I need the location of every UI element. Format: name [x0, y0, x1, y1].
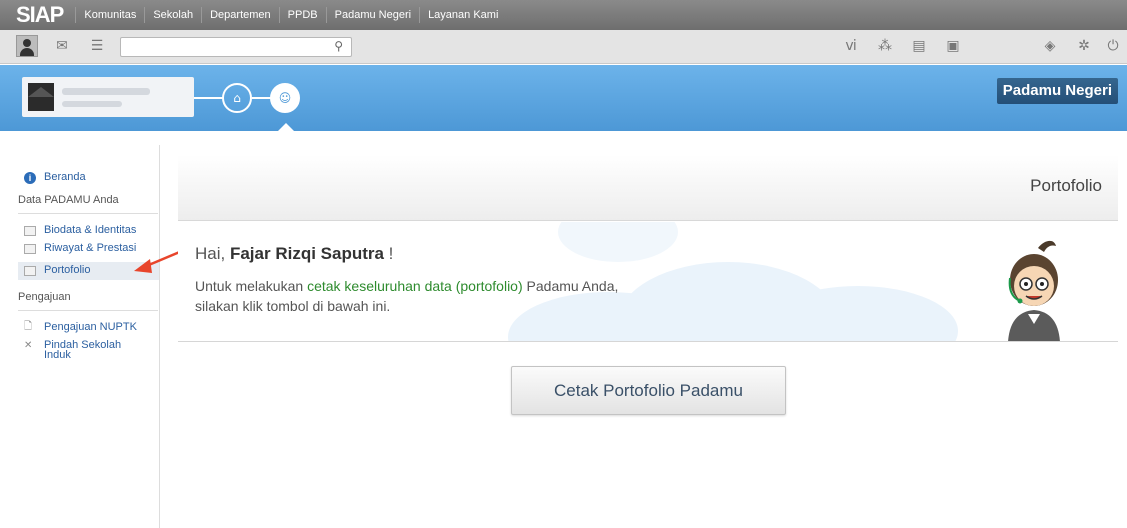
- search-input[interactable]: [121, 38, 321, 56]
- profile-banner: ⌂ ☺ Padamu Negeri: [0, 65, 1127, 131]
- document-icon: 🗋: [24, 321, 33, 332]
- cloud-decoration: [558, 222, 678, 262]
- mail-icon[interactable]: ✉: [53, 38, 71, 54]
- instruction-text: Untuk melakukan cetak keseluruhan data (…: [195, 276, 715, 316]
- page-header: Portofolio: [178, 155, 1118, 221]
- gear-icon[interactable]: ✲: [1075, 38, 1093, 54]
- sidebar-item-biodata[interactable]: Biodata & Identitas: [44, 224, 136, 236]
- nav-layanan-kami[interactable]: Layanan Kami: [419, 7, 506, 23]
- contact-icon[interactable]: ▣: [944, 38, 962, 54]
- school-step-icon[interactable]: ⌂: [222, 83, 252, 113]
- greeting-suffix: !: [383, 244, 394, 263]
- welcome-panel: Hai, Fajar Rizqi Saputra ! Untuk melakuk…: [178, 222, 1118, 342]
- page-title: Portofolio: [1030, 176, 1102, 195]
- power-icon[interactable]: ⏻: [1104, 38, 1122, 54]
- list-icon[interactable]: ☰: [88, 38, 106, 54]
- mascot-illustration: [1008, 240, 1060, 341]
- msg-after: Padamu Anda,: [522, 278, 619, 294]
- redacted-name: [62, 88, 150, 95]
- id-card-icon: [24, 226, 36, 236]
- calendar-icon[interactable]: ▤: [910, 38, 928, 54]
- divider: [18, 213, 158, 214]
- msg-before: Untuk melakukan: [195, 278, 308, 294]
- divider: [18, 310, 158, 311]
- search-icon[interactable]: ⚲: [334, 39, 343, 53]
- toolbar: ✉ ☰ ⚲ ⅵ ⁂ ▤ ▣ ◈ ✲ ⏻: [0, 30, 1127, 64]
- sidebar-section-pengajuan: Pengajuan: [18, 291, 71, 303]
- box-icon[interactable]: ◈: [1041, 38, 1059, 54]
- sidebar-item-portofolio[interactable]: Portofolio: [44, 264, 90, 276]
- id-card-icon: [24, 266, 36, 276]
- greeting: Hai, Fajar Rizqi Saputra !: [195, 244, 393, 264]
- close-icon: ✕: [24, 340, 33, 351]
- nav-padamu-negeri[interactable]: Padamu Negeri: [325, 7, 419, 23]
- nav-komunitas[interactable]: Komunitas: [75, 7, 144, 23]
- nav-ppdb[interactable]: PPDB: [278, 7, 326, 23]
- brand-title[interactable]: Padamu Negeri: [996, 78, 1118, 104]
- step-connector: [194, 97, 224, 99]
- id-card-icon: [24, 244, 36, 254]
- step-connector: [252, 97, 272, 99]
- search-box: ⚲: [120, 37, 352, 57]
- sidebar-item-beranda[interactable]: Beranda: [44, 171, 86, 183]
- top-nav: SIAP Komunitas Sekolah Departemen PPDB P…: [0, 0, 1127, 30]
- active-step-pointer: [278, 123, 294, 131]
- greeting-prefix: Hai,: [195, 244, 230, 263]
- user-icon[interactable]: [16, 35, 38, 57]
- school-avatar: [28, 83, 54, 111]
- person-step-icon[interactable]: ☺: [270, 83, 300, 113]
- grid-icon[interactable]: ⁂: [876, 38, 894, 54]
- redacted-id: [62, 101, 122, 107]
- profile-card[interactable]: [22, 77, 194, 117]
- rss-icon[interactable]: ⅵ: [842, 38, 860, 54]
- sidebar-item-pindah-sekolah[interactable]: Pindah Sekolah Induk: [44, 340, 140, 361]
- sidebar: i Beranda Data PADAMU Anda Biodata & Ide…: [0, 145, 160, 528]
- print-portfolio-button[interactable]: Cetak Portofolio Padamu: [511, 366, 786, 415]
- sidebar-section-data: Data PADAMU Anda: [18, 194, 119, 206]
- nav-sekolah[interactable]: Sekolah: [144, 7, 201, 23]
- msg-line2: silakan klik tombol di bawah ini.: [195, 298, 391, 314]
- user-name: Fajar Rizqi Saputra: [229, 244, 384, 263]
- home-icon: i: [24, 172, 36, 184]
- sidebar-item-nuptk[interactable]: Pengajuan NUPTK: [44, 321, 137, 333]
- msg-highlight: cetak keseluruhan data (portofolio): [307, 278, 523, 294]
- siap-logo[interactable]: SIAP: [0, 0, 75, 30]
- nav-departemen[interactable]: Departemen: [201, 7, 279, 23]
- sidebar-item-riwayat[interactable]: Riwayat & Prestasi: [44, 242, 136, 254]
